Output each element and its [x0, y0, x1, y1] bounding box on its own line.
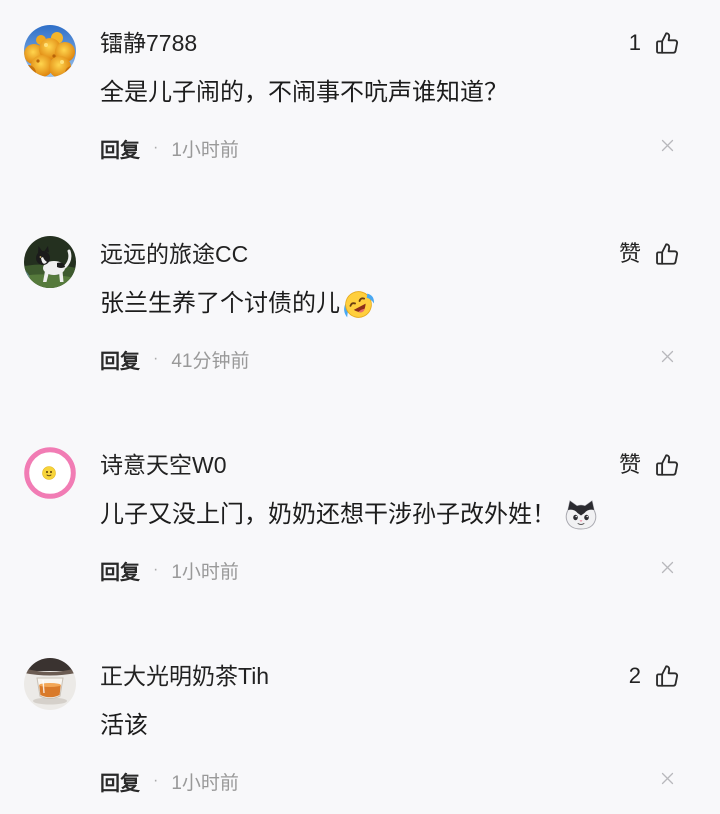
like-count: 2 — [628, 663, 641, 688]
dismiss-button[interactable] — [661, 546, 674, 594]
comment-text: 儿子又没上门，奶奶还想干涉孙子改外姓！ — [100, 491, 598, 539]
reply-button[interactable]: 回复 — [100, 345, 140, 374]
thumbs-up-icon — [654, 241, 680, 267]
like-button[interactable]: 赞 — [619, 441, 680, 489]
timestamp: 1小时前 — [171, 561, 239, 583]
reply-button[interactable]: 回复 — [100, 556, 140, 585]
separator-dot: · — [153, 561, 159, 578]
username[interactable]: 正大光明奶茶Tih — [100, 652, 269, 700]
username[interactable]: 诗意天空W0 — [100, 441, 227, 489]
timestamp: 41分钟前 — [171, 350, 250, 372]
dog-photo-avatar[interactable] — [24, 236, 76, 288]
close-icon — [661, 350, 674, 368]
like-count: 1 — [628, 30, 641, 55]
username[interactable]: 镭静7788 — [100, 19, 197, 67]
comment-text-content: 全是儿子闹的，不闹事不吭声谁知道？ — [100, 79, 508, 106]
thumbs-up-icon — [654, 30, 680, 56]
comment-text-content: 活该 — [100, 712, 148, 739]
comment-text: 活该 — [100, 702, 148, 750]
separator-dot: · — [153, 772, 159, 789]
reply-button[interactable]: 回复 — [100, 767, 140, 796]
thumbs-up-icon — [654, 663, 680, 689]
orange-flowers-avatar[interactable] — [24, 25, 76, 77]
dismiss-button[interactable] — [661, 335, 674, 383]
comment-item: 远远的旅途CC 赞 张兰生养了个讨债的儿 回复 · 41分钟前 — [0, 230, 720, 441]
username[interactable]: 远远的旅途CC — [100, 230, 248, 278]
timestamp: 1小时前 — [171, 772, 239, 794]
comment-footer: 回复 · 1小时前 — [100, 124, 239, 172]
reply-button[interactable]: 回复 — [100, 134, 140, 163]
close-icon — [661, 561, 674, 579]
tea-glass-avatar[interactable] — [24, 658, 76, 710]
comment-text-content: 儿子又没上门，奶奶还想干涉孙子改外姓！ — [100, 501, 556, 528]
comment-footer: 回复 · 1小时前 — [100, 757, 239, 805]
like-button[interactable]: 1 — [629, 19, 680, 67]
thumbs-up-icon — [654, 452, 680, 478]
comment-item: 正大光明奶茶Tih 2 活该 回复 · 1小时前 — [0, 652, 720, 814]
crying-face-emoji — [342, 288, 375, 321]
separator-dot: · — [153, 350, 159, 367]
cat-face-emoji — [564, 498, 598, 532]
comment-item: 诗意天空W0 赞 儿子又没上门，奶奶还想干涉孙子改外姓！ 回复 · 1小时前 — [0, 441, 720, 652]
like-label: 赞 — [618, 452, 641, 477]
comment-text-content: 张兰生养了个讨债的儿 — [100, 290, 340, 317]
dismiss-button[interactable] — [661, 124, 674, 172]
comment-footer: 回复 · 1小时前 — [100, 546, 239, 594]
like-label: 赞 — [618, 241, 641, 266]
close-icon — [661, 772, 674, 790]
timestamp: 1小时前 — [171, 139, 239, 161]
comment-text: 全是儿子闹的，不闹事不吭声谁知道？ — [100, 69, 508, 117]
pink-ring-smiley-avatar[interactable] — [24, 447, 76, 499]
like-button[interactable]: 赞 — [619, 230, 680, 278]
comment-text: 张兰生养了个讨债的儿 — [100, 280, 375, 328]
close-icon — [661, 139, 674, 157]
like-button[interactable]: 2 — [629, 652, 680, 700]
separator-dot: · — [153, 139, 159, 156]
comment-list: 镭静7788 1 全是儿子闹的，不闹事不吭声谁知道？ 回复 · 1小时前 远远的… — [0, 0, 720, 814]
comment-footer: 回复 · 41分钟前 — [100, 335, 249, 383]
dismiss-button[interactable] — [661, 757, 674, 805]
comment-item: 镭静7788 1 全是儿子闹的，不闹事不吭声谁知道？ 回复 · 1小时前 — [0, 19, 720, 230]
